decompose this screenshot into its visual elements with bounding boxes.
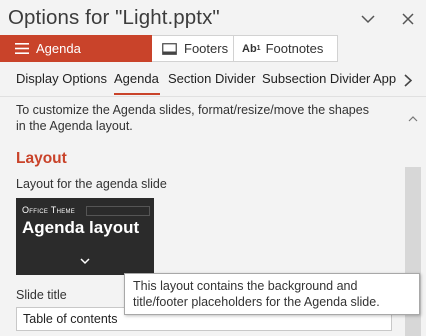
tab-footnotes[interactable]: Ab 1 Footnotes (234, 35, 338, 62)
preview-heading: Agenda layout (22, 218, 140, 237)
tab-agenda-label: Agenda (36, 41, 81, 56)
preview-theme-label: Office Theme (22, 205, 76, 215)
slide-title-label: Slide title (16, 288, 67, 302)
layout-label: Layout for the agenda slide (16, 177, 167, 191)
layout-section-heading: Layout (16, 150, 67, 167)
tab-footnotes-label: Footnotes (265, 41, 324, 56)
window-title: Options for "Light.pptx" (8, 6, 220, 29)
hamburger-icon (15, 43, 29, 54)
subtab-app[interactable]: App (373, 71, 396, 86)
preview-title-placeholder (86, 206, 150, 216)
intro-text: To customize the Agenda slides, format/r… (16, 103, 369, 133)
subtab-subsection-divider[interactable]: Subsection Divider (262, 71, 370, 86)
sub-tab-strip: Display Options Agenda Section Divider S… (0, 62, 426, 97)
tab-footers-label: Footers (184, 41, 229, 56)
options-panel: To customize the Agenda slides, format/r… (0, 97, 426, 336)
chevron-down-icon[interactable] (357, 6, 379, 32)
chevron-right-icon[interactable] (400, 71, 416, 89)
footer-icon (162, 42, 177, 55)
tab-footers[interactable]: Footers (152, 35, 234, 62)
layout-tooltip: This layout contains the background and … (124, 273, 420, 315)
subtab-agenda[interactable]: Agenda (114, 71, 159, 86)
scroll-up-icon[interactable] (405, 111, 421, 127)
close-icon[interactable] (397, 6, 419, 32)
footnote-icon: Ab 1 (242, 42, 261, 55)
active-subtab-indicator (114, 93, 160, 95)
layout-preview[interactable]: Office Theme Agenda layout (16, 198, 154, 275)
subtab-section-divider[interactable]: Section Divider (168, 71, 255, 86)
top-tab-strip: Agenda Footers Ab 1 Footnotes (0, 35, 426, 62)
tab-agenda[interactable]: Agenda (0, 35, 152, 62)
subtab-display-options[interactable]: Display Options (16, 71, 107, 86)
chevron-down-icon[interactable] (78, 256, 92, 266)
